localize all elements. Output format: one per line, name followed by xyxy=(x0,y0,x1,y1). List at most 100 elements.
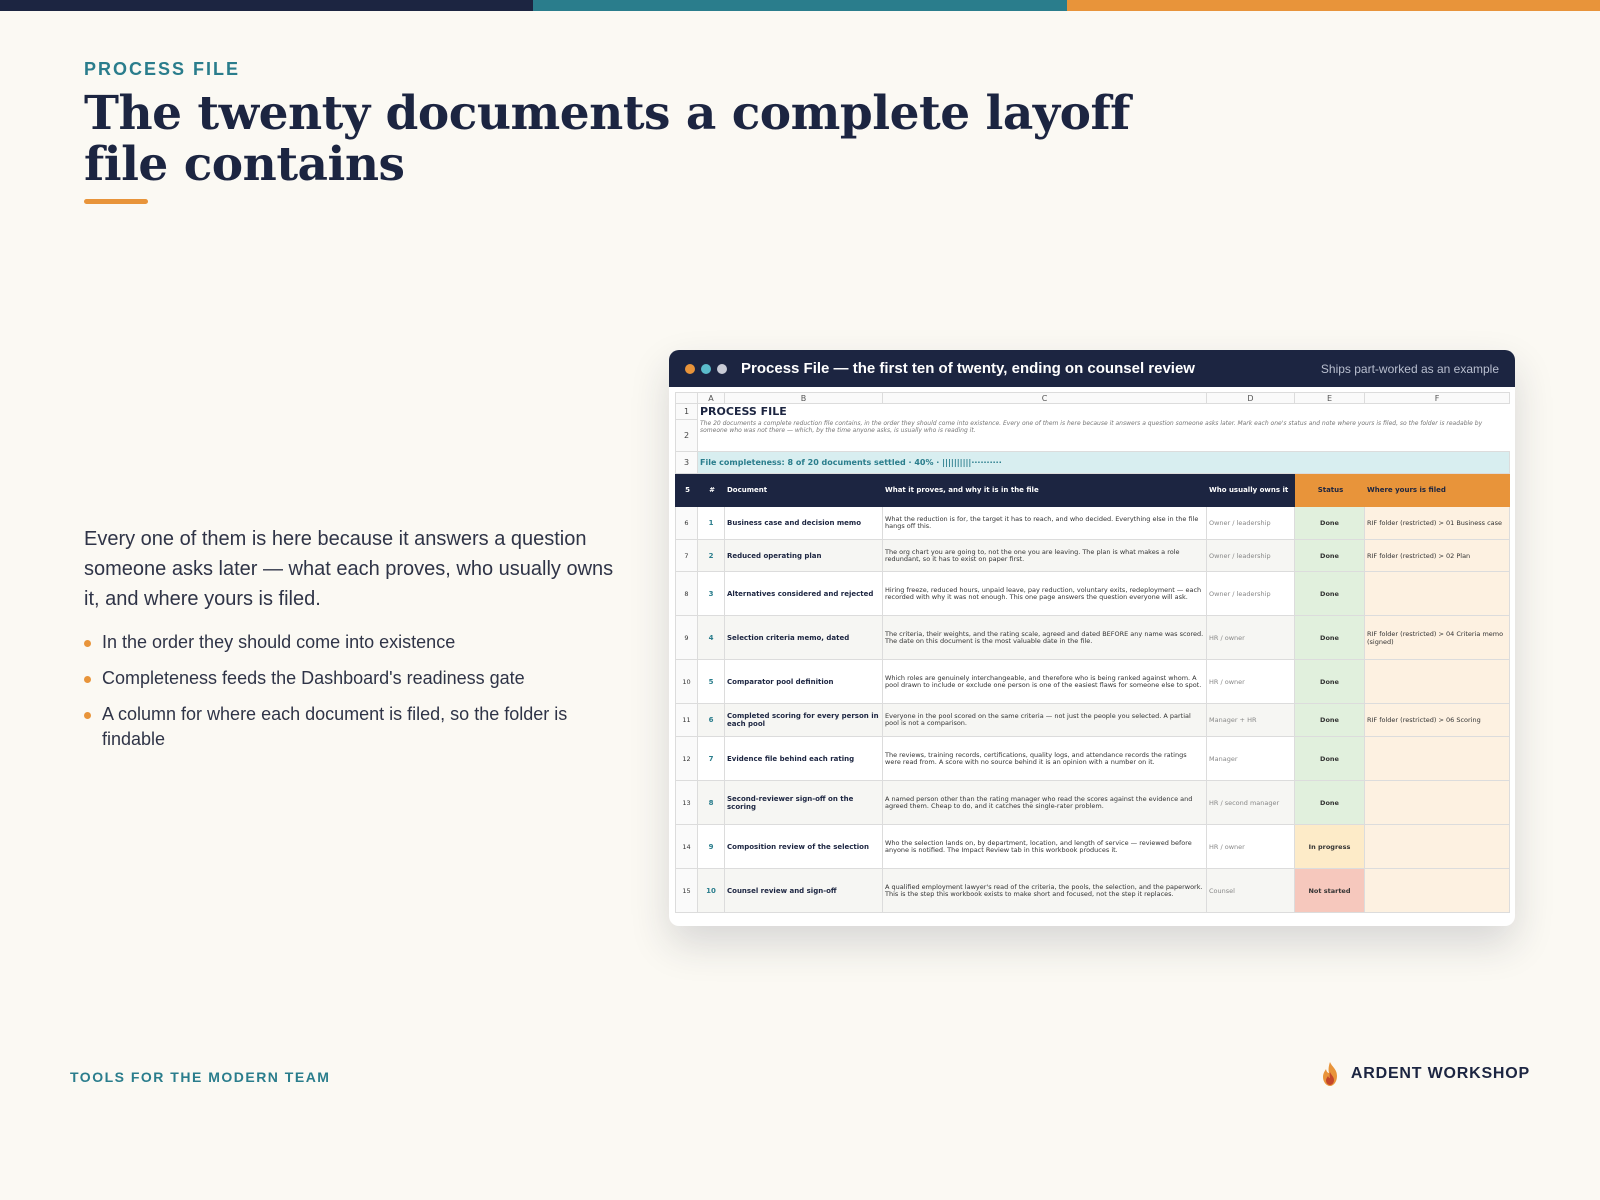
cell-document[interactable]: Selection criteria memo, dated xyxy=(724,615,883,660)
top-bar-segment-teal xyxy=(533,0,1067,11)
header-status[interactable]: Status xyxy=(1294,473,1365,507)
cell-status[interactable]: Done xyxy=(1294,780,1365,825)
cell-document[interactable]: Comparator pool definition xyxy=(724,659,883,704)
window-subtitle: Ships part-worked as an example xyxy=(1320,361,1499,376)
row-number[interactable]: 15 xyxy=(675,868,698,913)
cell-document[interactable]: Second-reviewer sign-off on the scoring xyxy=(724,780,883,825)
cell-num[interactable]: 1 xyxy=(697,506,725,540)
sheet-description[interactable]: The 20 documents a complete reduction fi… xyxy=(698,420,1510,452)
cell-status[interactable]: Done xyxy=(1294,615,1365,660)
cell-owner[interactable]: Counsel xyxy=(1206,868,1295,913)
cell-proves[interactable]: Who the selection lands on, by departmen… xyxy=(882,824,1207,869)
header-owner[interactable]: Who usually owns it xyxy=(1206,473,1295,507)
cell-filed[interactable] xyxy=(1364,868,1510,913)
cell-document[interactable]: Alternatives considered and rejected xyxy=(724,571,883,616)
row-number[interactable]: 6 xyxy=(675,506,698,540)
cell-proves[interactable]: What the reduction is for, the target it… xyxy=(882,506,1207,540)
row-number[interactable]: 5 xyxy=(675,473,698,507)
row-number[interactable]: 9 xyxy=(675,615,698,660)
row-number[interactable]: 13 xyxy=(675,780,698,825)
cell-num[interactable]: 5 xyxy=(697,659,725,704)
cell-owner[interactable]: HR / owner xyxy=(1206,824,1295,869)
row-number[interactable]: 12 xyxy=(675,736,698,781)
header-filed[interactable]: Where yours is filed xyxy=(1364,473,1510,507)
row-number[interactable]: 10 xyxy=(675,659,698,704)
cell-status[interactable]: Done xyxy=(1294,506,1365,540)
row-number[interactable]: 2 xyxy=(675,419,698,452)
window-controls xyxy=(685,363,727,374)
window-dot-icon[interactable] xyxy=(717,363,727,374)
cell-owner[interactable]: Owner / leadership xyxy=(1206,539,1295,572)
cell-owner[interactable]: HR / owner xyxy=(1206,659,1295,704)
window-dot-icon[interactable] xyxy=(685,363,695,374)
cell-filed[interactable]: RIF folder (restricted) > 01 Business ca… xyxy=(1364,506,1510,540)
cell-proves[interactable]: The reviews, training records, certifica… xyxy=(882,736,1207,781)
cell-proves[interactable]: The criteria, their weights, and the rat… xyxy=(882,615,1207,660)
cell-num[interactable]: 3 xyxy=(697,571,725,616)
cell-owner[interactable]: HR / second manager xyxy=(1206,780,1295,825)
row-number[interactable]: 3 xyxy=(675,451,698,474)
cell-num[interactable]: 8 xyxy=(697,780,725,825)
table-row: 12 7 Evidence file behind each rating The r… xyxy=(675,736,1510,781)
cell-document[interactable]: Composition review of the selection xyxy=(724,824,883,869)
column-header[interactable]: F xyxy=(1364,392,1510,404)
header-document[interactable]: Document xyxy=(724,473,883,507)
cell-status[interactable]: Done xyxy=(1294,539,1365,572)
cell-proves[interactable]: A qualified employment lawyer's read of … xyxy=(882,868,1207,913)
window-dot-icon[interactable] xyxy=(701,363,711,374)
column-header[interactable]: C xyxy=(882,392,1207,404)
cell-proves[interactable]: Hiring freeze, reduced hours, unpaid lea… xyxy=(882,571,1207,616)
cell-document[interactable]: Evidence file behind each rating xyxy=(724,736,883,781)
cell-filed[interactable] xyxy=(1364,659,1510,704)
cell-filed[interactable] xyxy=(1364,736,1510,781)
cell-status[interactable]: Not started xyxy=(1294,868,1365,913)
header-proves[interactable]: What it proves, and why it is in the fil… xyxy=(882,473,1207,507)
cell-status[interactable]: Done xyxy=(1294,703,1365,737)
cell-proves[interactable]: A named person other than the rating man… xyxy=(882,780,1207,825)
row-number[interactable]: 7 xyxy=(675,539,698,572)
cell-owner[interactable]: Owner / leadership xyxy=(1206,571,1295,616)
cell-filed[interactable]: RIF folder (restricted) > 04 Criteria me… xyxy=(1364,615,1510,660)
cell-document[interactable]: Counsel review and sign-off xyxy=(724,868,883,913)
cell-num[interactable]: 6 xyxy=(697,703,725,737)
column-header[interactable]: A xyxy=(697,392,725,404)
cell-filed[interactable] xyxy=(1364,780,1510,825)
header-num[interactable]: # xyxy=(697,473,725,507)
row-number[interactable]: 1 xyxy=(675,403,698,420)
table-row: 8 3 Alternatives considered and rejected Hi… xyxy=(675,571,1510,616)
cell-status[interactable]: Done xyxy=(1294,736,1365,781)
cell-owner[interactable]: Manager xyxy=(1206,736,1295,781)
cell-owner[interactable]: HR / owner xyxy=(1206,615,1295,660)
cell-status[interactable]: Done xyxy=(1294,659,1365,704)
cell-num[interactable]: 4 xyxy=(697,615,725,660)
row-number[interactable]: 11 xyxy=(675,703,698,737)
cell-filed[interactable]: RIF folder (restricted) > 06 Scoring xyxy=(1364,703,1510,737)
cell-owner[interactable]: Owner / leadership xyxy=(1206,506,1295,540)
cell-num[interactable]: 2 xyxy=(697,539,725,572)
column-header[interactable]: B xyxy=(724,392,883,404)
cell-num[interactable]: 7 xyxy=(697,736,725,781)
completeness-bar[interactable]: File completeness: 8 of 20 documents set… xyxy=(697,451,1510,474)
cell-proves[interactable]: The org chart you are going to, not the … xyxy=(882,539,1207,572)
table-row: 6 1 Business case and decision memo What th… xyxy=(675,506,1510,540)
cell-num[interactable]: 9 xyxy=(697,824,725,869)
table-row: 9 4 Selection criteria memo, dated The crit… xyxy=(675,615,1510,660)
cell-proves[interactable]: Everyone in the pool scored on the same … xyxy=(882,703,1207,737)
cell-filed[interactable]: RIF folder (restricted) > 02 Plan xyxy=(1364,539,1510,572)
sheet-heading[interactable]: PROCESS FILE xyxy=(698,404,1510,420)
cell-owner[interactable]: Manager + HR xyxy=(1206,703,1295,737)
cell-document[interactable]: Completed scoring for every person in ea… xyxy=(724,703,883,737)
cell-filed[interactable] xyxy=(1364,571,1510,616)
section-kicker: PROCESS FILE xyxy=(84,59,241,79)
cell-status[interactable]: Done xyxy=(1294,571,1365,616)
row-number[interactable]: 14 xyxy=(675,824,698,869)
column-header[interactable]: E xyxy=(1294,392,1365,404)
cell-document[interactable]: Reduced operating plan xyxy=(724,539,883,572)
cell-filed[interactable] xyxy=(1364,824,1510,869)
column-header[interactable]: D xyxy=(1206,392,1295,404)
row-number[interactable]: 8 xyxy=(675,571,698,616)
cell-proves[interactable]: Which roles are genuinely interchangeabl… xyxy=(882,659,1207,704)
cell-document[interactable]: Business case and decision memo xyxy=(724,506,883,540)
cell-status[interactable]: In progress xyxy=(1294,824,1365,869)
cell-num[interactable]: 10 xyxy=(697,868,725,913)
